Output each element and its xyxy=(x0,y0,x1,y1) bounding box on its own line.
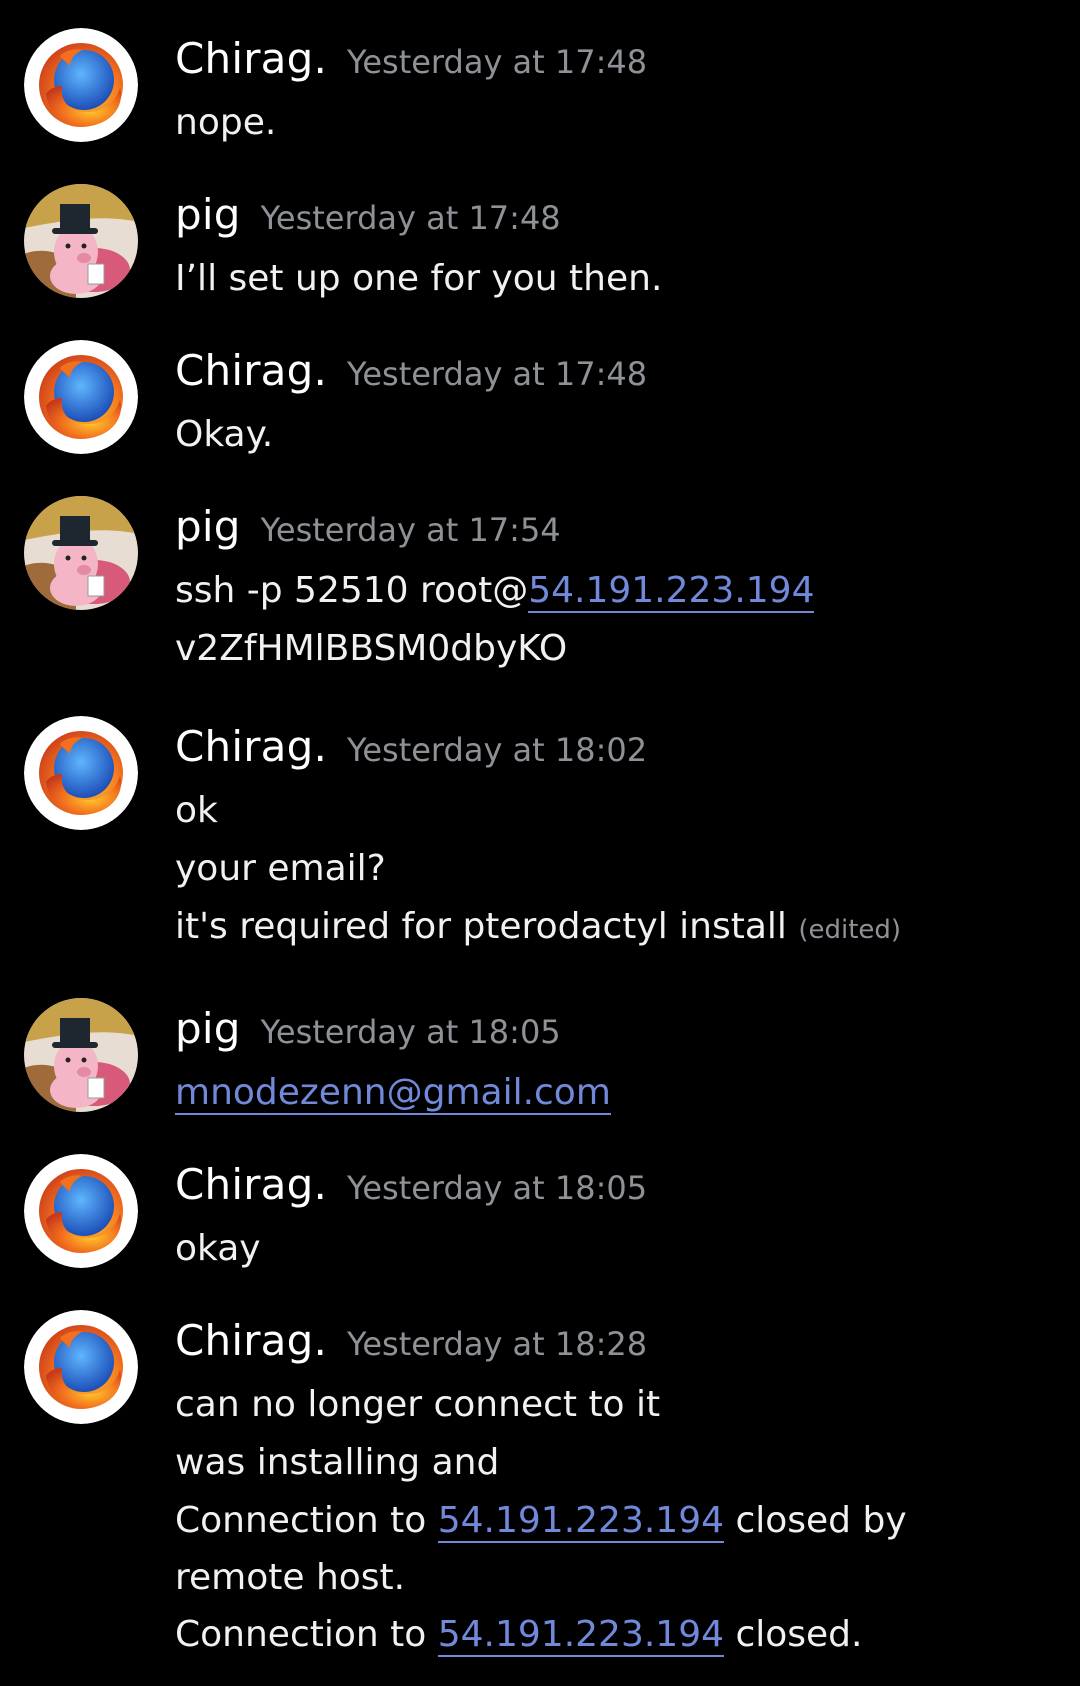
author-name[interactable]: pig xyxy=(175,190,241,239)
message-text: nope. xyxy=(175,102,277,143)
message-timestamp: Yesterday at 17:54 xyxy=(260,511,561,549)
message-text: okay xyxy=(175,1228,261,1269)
message-group: Chirag. Yesterday at 17:48 Okay. xyxy=(0,312,1080,462)
message-text-content: Connection to xyxy=(175,1500,438,1541)
pig-avatar-icon[interactable] xyxy=(24,998,138,1112)
message-text: v2ZfHMlBBSM0dbyKO xyxy=(175,628,568,669)
message-timestamp: Yesterday at 18:05 xyxy=(260,1013,561,1051)
message-text: was installing and xyxy=(175,1442,500,1483)
firefox-avatar-icon[interactable] xyxy=(24,716,138,830)
message-text: ok xyxy=(175,790,218,831)
message-text: Connection to 54.191.223.194 closed by r… xyxy=(175,1492,995,1606)
email-link[interactable]: mnodezenn@gmail.com xyxy=(175,1072,611,1115)
message-group: Chirag. Yesterday at 18:28 can no longer… xyxy=(0,1282,1080,1686)
message-text-content: it's required for pterodactyl install xyxy=(175,906,787,947)
firefox-avatar-icon[interactable] xyxy=(24,1154,138,1268)
pig-avatar-icon[interactable] xyxy=(24,184,138,298)
message-text-content: closed. xyxy=(724,1614,863,1655)
message-text: mnodezenn@gmail.com xyxy=(175,1064,1055,1122)
message-group: Chirag. Yesterday at 17:48 nope. xyxy=(0,0,1080,150)
message-group: Chirag. Yesterday at 18:02 ok your email… xyxy=(0,686,1080,947)
message-text: ssh -p 52510 root@54.191.223.194 xyxy=(175,562,1055,620)
message-group: pig Yesterday at 17:54 ssh -p 52510 root… xyxy=(0,468,1080,678)
firefox-avatar-icon[interactable] xyxy=(24,28,138,142)
message-text-content: Connection to xyxy=(175,1614,438,1655)
author-name[interactable]: Chirag. xyxy=(175,34,327,83)
message-text: Okay. xyxy=(175,414,274,455)
ip-address-link[interactable]: 54.191.223.194 xyxy=(437,1614,725,1657)
message-timestamp: Yesterday at 18:02 xyxy=(347,731,648,769)
author-name[interactable]: Chirag. xyxy=(175,346,327,395)
message-timestamp: Yesterday at 17:48 xyxy=(260,199,561,237)
message-timestamp: Yesterday at 17:48 xyxy=(347,355,648,393)
message-timestamp: Yesterday at 17:48 xyxy=(347,43,648,81)
author-name[interactable]: Chirag. xyxy=(175,722,327,771)
message-text: it's required for pterodactyl install (e… xyxy=(175,898,1055,959)
message-group: pig Yesterday at 17:48 I’ll set up one f… xyxy=(0,156,1080,306)
ip-address-link[interactable]: 54.191.223.194 xyxy=(528,570,815,613)
message-group: Chirag. Yesterday at 18:05 okay xyxy=(0,1126,1080,1276)
firefox-avatar-icon[interactable] xyxy=(24,1310,138,1424)
ip-address-link[interactable]: 54.191.223.194 xyxy=(437,1500,725,1543)
message-text: Connection to 54.191.223.194 closed. xyxy=(175,1606,1055,1664)
message-timestamp: Yesterday at 18:28 xyxy=(347,1325,648,1363)
message-timestamp: Yesterday at 18:05 xyxy=(347,1169,648,1207)
edited-label: (edited) xyxy=(798,915,902,945)
message-group: pig Yesterday at 18:05 mnodezenn@gmail.c… xyxy=(0,970,1080,1120)
message-text: your email? xyxy=(175,848,386,889)
author-name[interactable]: pig xyxy=(175,1004,241,1053)
message-text: can no longer connect to it xyxy=(175,1384,661,1425)
author-name[interactable]: pig xyxy=(175,502,241,551)
firefox-avatar-icon[interactable] xyxy=(24,340,138,454)
ssh-command-text: ssh -p 52510 root@ xyxy=(175,570,529,611)
pig-avatar-icon[interactable] xyxy=(24,496,138,610)
author-name[interactable]: Chirag. xyxy=(175,1316,327,1365)
author-name[interactable]: Chirag. xyxy=(175,1160,327,1209)
message-text: I’ll set up one for you then. xyxy=(175,258,663,299)
